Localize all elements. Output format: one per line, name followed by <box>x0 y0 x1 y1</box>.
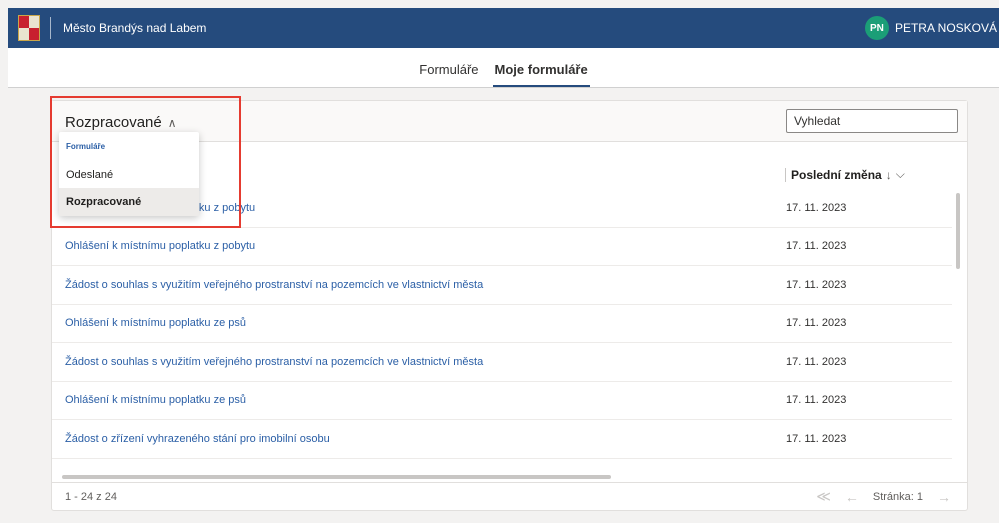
next-page-icon[interactable]: → <box>937 489 951 505</box>
results-range: 1 - 24 z 24 <box>65 490 117 503</box>
row-date: 17. 11. 2023 <box>786 394 847 407</box>
form-link[interactable]: Ohlášení k místnímu poplatku ze psů <box>52 317 786 329</box>
sort-down-icon[interactable]: ↓ <box>886 168 892 182</box>
row-date: 17. 11. 2023 <box>786 201 847 214</box>
page-indicator: Stránka: 1 <box>872 490 923 503</box>
tab-moje-formulare[interactable]: Moje formuláře <box>489 62 594 87</box>
row-date: 17. 11. 2023 <box>786 278 847 291</box>
table-row: Ohlášení k místnímu poplatku z pobytu 17… <box>52 228 952 266</box>
form-link[interactable]: Ohlášení k místnímu poplatku z pobytu <box>52 240 786 252</box>
tab-formulare[interactable]: Formuláře <box>413 62 484 87</box>
app-title[interactable]: Město Brandýs nad Labem <box>63 21 206 35</box>
form-link[interactable]: Žádost o zřízení vyhrazeného stání pro i… <box>52 433 786 445</box>
form-link[interactable]: Žádost o souhlas s využitím veřejného pr… <box>52 279 786 291</box>
table-row: Ohlášení k místnímu poplatku ze psů 17. … <box>52 305 952 343</box>
table-row: Žádost o souhlas s využitím veřejného pr… <box>52 343 952 382</box>
chevron-down-icon[interactable]: ⌵ <box>896 167 905 182</box>
row-date: 17. 11. 2023 <box>786 432 847 445</box>
table-row: Ohlášení k místnímu poplatku ze psů 17. … <box>52 382 952 420</box>
highlight-box <box>50 96 241 228</box>
forms-table: Ohlášení k místnímu poplatku z pobytu 17… <box>52 189 952 459</box>
table-row: Žádost o souhlas s využitím veřejného pr… <box>52 266 952 305</box>
avatar[interactable]: PN <box>864 16 889 40</box>
card-footer: 1 - 24 z 24 ≪ ← Stránka: 1 → <box>52 482 967 510</box>
vertical-scrollbar[interactable] <box>956 193 960 269</box>
coat-of-arms-icon[interactable] <box>18 15 40 41</box>
user-name[interactable]: PETRA NOSKOVÁ <box>895 21 997 35</box>
header-divider <box>50 17 51 39</box>
first-page-icon[interactable]: ≪ <box>816 488 831 505</box>
pagination: ≪ ← Stránka: 1 → <box>816 488 967 505</box>
row-date: 17. 11. 2023 <box>786 355 847 368</box>
prev-page-icon[interactable]: ← <box>845 489 859 505</box>
column-resize-handle[interactable] <box>785 167 786 182</box>
table-row: Žádost o zřízení vyhrazeného stání pro i… <box>52 420 952 459</box>
row-date: 17. 11. 2023 <box>786 240 847 253</box>
user-menu[interactable]: PN PETRA NOSKOVÁ <box>864 16 999 40</box>
tabs-bar: Formuláře Moje formuláře <box>8 48 999 88</box>
row-date: 17. 11. 2023 <box>786 317 847 330</box>
search-input[interactable] <box>786 109 958 133</box>
horizontal-scrollbar[interactable] <box>62 475 611 479</box>
column-header-label: Poslední změna <box>791 167 882 182</box>
form-link[interactable]: Žádost o souhlas s využitím veřejného pr… <box>52 356 786 368</box>
column-header-last-change[interactable]: Poslední změna ↓ ⌵ <box>785 167 905 182</box>
form-link[interactable]: Ohlášení k místnímu poplatku ze psů <box>52 394 786 406</box>
top-header: Město Brandýs nad Labem PN PETRA NOSKOVÁ <box>8 8 999 48</box>
